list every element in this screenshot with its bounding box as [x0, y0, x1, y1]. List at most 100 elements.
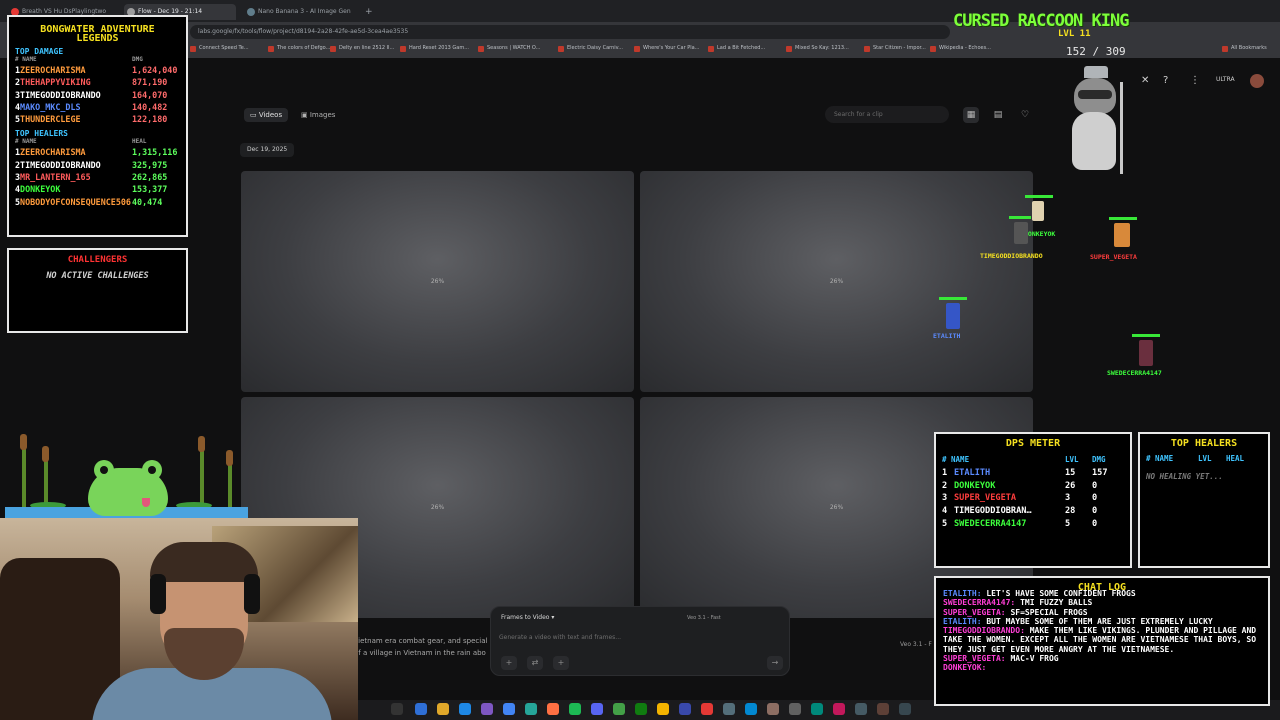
player-name: DONKEYOK: [20, 184, 61, 195]
bookmark[interactable]: Mixed So Kay: 1213...: [786, 45, 849, 52]
taskbar-app-icon[interactable]: [855, 703, 867, 715]
rank: 4: [942, 506, 948, 517]
taskbar-app-icon[interactable]: [613, 703, 625, 715]
help-icon[interactable]: ?: [1163, 75, 1168, 86]
bookmark[interactable]: The colors of Defgo...: [268, 45, 330, 52]
bookmark[interactable]: Where's Your Car Pla...: [634, 45, 699, 52]
taskbar-app-icon[interactable]: [547, 703, 559, 715]
send-arrow-icon[interactable]: →: [767, 656, 783, 670]
boss-level: LVL 11: [1058, 29, 1091, 39]
player-name: THEHAPPYVIKING: [20, 77, 91, 88]
date-group-label: Dec 19, 2025: [240, 143, 295, 157]
character-sprite: [946, 303, 960, 329]
leaderboard-panel: BONGWATER ADVENTURE LEGENDS TOP DAMAGE #…: [7, 15, 188, 237]
bookmark[interactable]: Delty en line 2512 II...: [330, 45, 394, 52]
taskbar-app-icon[interactable]: [591, 703, 603, 715]
more-menu-icon[interactable]: ⋮: [1190, 75, 1200, 86]
tab-images[interactable]: ▣ Images: [295, 108, 341, 122]
add-frame-icon[interactable]: +: [501, 656, 517, 670]
healers-col-lvl: LVL: [1198, 454, 1212, 463]
heal-value: 262,865: [132, 172, 168, 183]
chat-username: SUPER_VEGETA:: [943, 654, 1006, 664]
heal-value: 40,474: [132, 196, 163, 207]
character-name: TIMEGODDIOBRANDO: [980, 252, 1043, 260]
chat-username: TIMEGODDIOBRANDO:: [943, 626, 1025, 636]
dps-row: 3 SUPER_VEGETA 3 0: [942, 492, 1124, 505]
taskbar-app-icon[interactable]: [723, 703, 735, 715]
damage-row: 1ZEEROCHARISMA 1,624,040: [15, 64, 180, 76]
raccoon-king-sprite: [1066, 64, 1130, 176]
swap-frames-icon[interactable]: ⇄: [527, 656, 543, 670]
taskbar-app-icon[interactable]: [745, 703, 757, 715]
tab-favicon-icon: [247, 8, 255, 16]
avatar[interactable]: [1250, 74, 1264, 88]
frog-icon: [88, 460, 168, 516]
large-grid-view-icon[interactable]: ▤: [990, 107, 1006, 123]
bookmark[interactable]: Electric Daisy Carniv...: [558, 45, 623, 52]
prompt-preview-text: vietnam era combat gear, and special of …: [354, 637, 488, 657]
cattail-icon: [198, 436, 205, 452]
taskbar-app-icon[interactable]: [635, 703, 647, 715]
all-bookmarks[interactable]: All Bookmarks: [1222, 45, 1267, 52]
heal-value: 1,315,116: [132, 147, 178, 158]
bookmark[interactable]: Wikipedia - Echoes...: [930, 45, 991, 52]
video-tile[interactable]: 26%: [640, 171, 1033, 392]
taskbar-app-icon[interactable]: [415, 703, 427, 715]
rank: 5: [942, 518, 948, 529]
clip-search-input[interactable]: Search for a clip: [825, 106, 949, 123]
top-healers-title: TOP HEALERS: [1170, 438, 1238, 449]
taskbar-app-icon[interactable]: [459, 703, 471, 715]
dps-row: 4 TIMEGODDIOBRAN… 28 0: [942, 505, 1124, 518]
grid-view-icon[interactable]: ▦: [963, 107, 979, 123]
taskbar-app-icon[interactable]: [877, 703, 889, 715]
taskbar-app-icon[interactable]: [503, 703, 515, 715]
raccoon-body: [1072, 112, 1116, 170]
bookmark[interactable]: Hard Reset 2013 Gam...: [400, 45, 469, 52]
frog-eye: [94, 460, 114, 480]
new-tab-button[interactable]: +: [362, 4, 376, 20]
heal-col-value: HEAL: [132, 138, 147, 146]
bookmark[interactable]: Star Citizen - Impor...: [864, 45, 926, 52]
heal-column-headers: # NAME HEAL: [15, 138, 180, 146]
frog-eye: [142, 460, 162, 480]
search-taskbar-icon[interactable]: [391, 703, 403, 715]
video-tile[interactable]: 26%: [241, 171, 634, 392]
url-field[interactable]: labs.google/fx/tools/flow/project/d8194-…: [190, 25, 950, 39]
model-selector[interactable]: Veo 3.1 - Fast: [687, 615, 721, 621]
add-end-frame-icon[interactable]: +: [553, 656, 569, 670]
bookmark[interactable]: Lad a Bit Fetched...: [708, 45, 765, 52]
player-name: SUPER_VEGETA: [954, 493, 1017, 504]
chat-text: TMI FUZZY BALLS: [1020, 598, 1093, 608]
taskbar-app-icon[interactable]: [811, 703, 823, 715]
prompt-input[interactable]: Generate a video with text and frames...: [499, 634, 621, 641]
bookmark[interactable]: Seasons | WATCH O...: [478, 45, 540, 52]
taskbar-app-icon[interactable]: [767, 703, 779, 715]
tab-videos[interactable]: ▭ Videos: [244, 108, 289, 122]
taskbar-app-icon[interactable]: [833, 703, 845, 715]
taskbar-app-icon[interactable]: [569, 703, 581, 715]
mode-dropdown[interactable]: Frames to Video ▾: [501, 614, 554, 621]
browser-tab[interactable]: Nano Banana 3 - AI Image Gen: [244, 4, 356, 20]
taskbar-app-icon[interactable]: [701, 703, 713, 715]
chat-text: LET'S HAVE SOME CONFIDENT FROGS: [986, 589, 1136, 598]
character-sprite: [1114, 223, 1130, 247]
bookmark[interactable]: Connect Speed Te...: [190, 45, 249, 52]
player-name: SWEDECERRA4147: [954, 518, 1027, 529]
taskbar-app-icon[interactable]: [899, 703, 911, 715]
mode-label: Frames to Video: [501, 614, 550, 621]
favorites-heart-icon[interactable]: ♡: [1017, 107, 1033, 123]
taskbar-app-icon[interactable]: [437, 703, 449, 715]
taskbar-app-icon[interactable]: [657, 703, 669, 715]
x-social-icon[interactable]: ✕: [1141, 75, 1149, 86]
taskbar-app-icon[interactable]: [789, 703, 801, 715]
character-sprite: [1014, 222, 1028, 244]
taskbar-app-icon[interactable]: [679, 703, 691, 715]
taskbar-app-icon[interactable]: [525, 703, 537, 715]
chat-message: SUPER_VEGETA: MAC-V FROG: [943, 654, 1261, 663]
dps-col-dmg: DMG: [1092, 455, 1106, 464]
generation-progress: 26%: [829, 278, 844, 285]
player-level: 15: [1065, 467, 1076, 478]
taskbar-app-icon[interactable]: [481, 703, 493, 715]
rank: 2: [942, 480, 948, 491]
damage-row: 2THEHAPPYVIKING 871,190: [15, 76, 180, 88]
